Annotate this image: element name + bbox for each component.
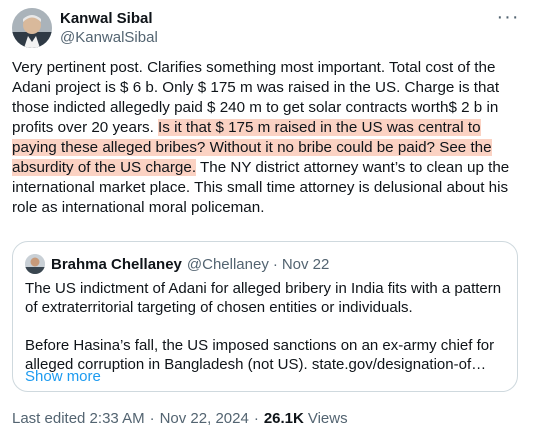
post-date[interactable]: Nov 22, 2024 [160, 410, 249, 427]
quoted-author-handle[interactable]: @Chellaney [187, 256, 269, 273]
tweet-text: Very pertinent post. Clarifies something… [12, 58, 524, 218]
quoted-tweet-header: Brahma Chellaney @Chellaney · Nov 22 [25, 254, 329, 274]
author-avatar[interactable] [12, 8, 52, 48]
person-avatar-image [25, 254, 45, 274]
tweet-metadata: Last edited 2:33 AM · Nov 22, 2024 · 26.… [12, 410, 348, 427]
author-name[interactable]: Kanwal Sibal [60, 9, 158, 28]
separator-dot: · [272, 255, 278, 273]
separator-dot: · [253, 410, 259, 427]
views-count: 26.1K [263, 410, 304, 427]
more-options-icon[interactable]: ··· [495, 7, 521, 28]
quoted-paragraph-1: The US indictment of Adani for alleged b… [25, 280, 502, 316]
tweet-author: Kanwal Sibal @KanwalSibal [60, 9, 158, 47]
views-label: Views [307, 410, 348, 427]
person-avatar-image [12, 8, 52, 48]
quoted-author-avatar[interactable] [25, 254, 45, 274]
quoted-author-name[interactable]: Brahma Chellaney [51, 256, 182, 273]
separator-dot: · [149, 410, 155, 427]
show-more-link[interactable]: Show more [25, 368, 101, 385]
quoted-tweet-text: The US indictment of Adani for alleged b… [25, 279, 507, 374]
quoted-tweet-date[interactable]: Nov 22 [282, 256, 330, 273]
edited-time[interactable]: Last edited 2:33 AM [12, 410, 145, 427]
quoted-tweet-card[interactable]: Brahma Chellaney @Chellaney · Nov 22 The… [12, 241, 518, 392]
author-handle[interactable]: @KanwalSibal [60, 28, 158, 47]
